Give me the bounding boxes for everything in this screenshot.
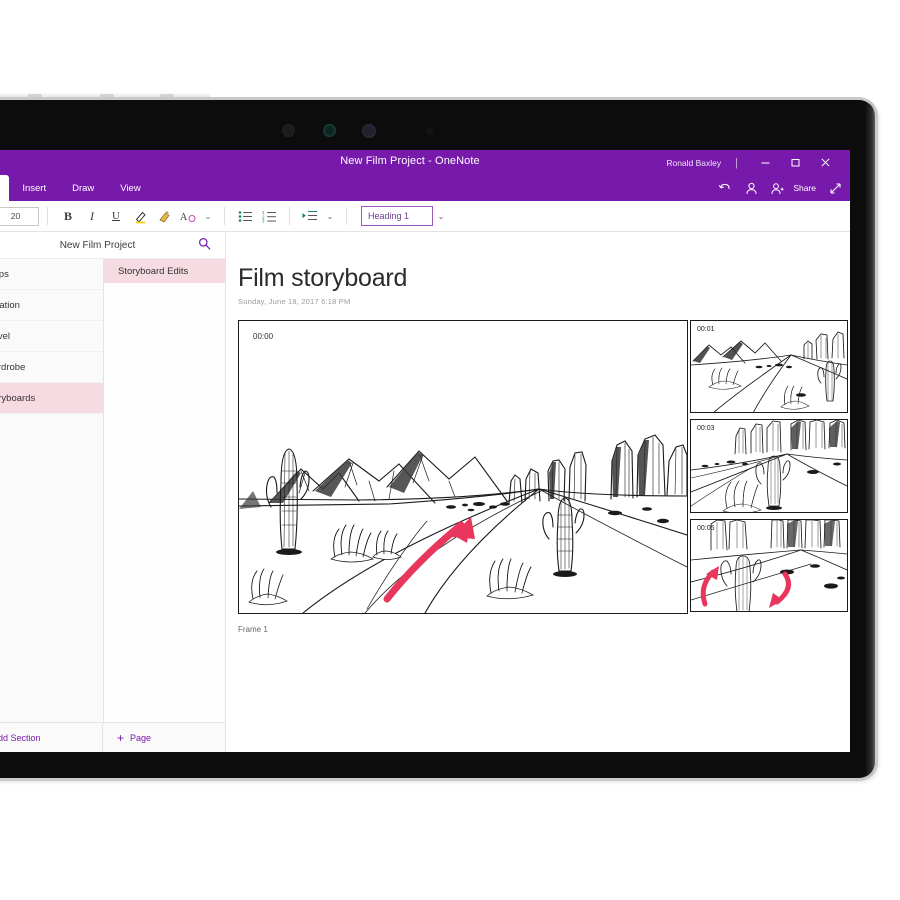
expand-ribbon-icon[interactable]	[829, 182, 842, 195]
toolbar-divider-4	[346, 207, 347, 225]
section-item-location[interactable]: Location	[0, 290, 103, 321]
italic-button[interactable]: I	[80, 205, 104, 227]
window-title-bar: New Film Project - OneNote Ronald Baxley…	[0, 150, 850, 175]
toolbar-divider-2	[224, 207, 225, 225]
thumb-2-timecode: 00:03	[697, 425, 715, 432]
storyboard-thumb-3[interactable]: 00:05	[690, 519, 848, 612]
section-item-travel[interactable]: Travel	[0, 321, 103, 352]
section-item-wardrobe[interactable]: Wardrobe	[0, 352, 103, 383]
storyboard-thumb-2[interactable]: 00:03	[690, 419, 848, 512]
svg-text:3: 3	[262, 218, 265, 222]
device-screen: New Film Project - OneNote Ronald Baxley…	[0, 150, 850, 752]
styles-chevron-down-icon[interactable]: ⌄	[433, 212, 449, 221]
bold-button[interactable]: B	[56, 205, 80, 227]
formatting-toolbar: 20 B I U A ⌄ 123	[0, 201, 850, 232]
minimize-button[interactable]	[750, 150, 780, 175]
section-item-props[interactable]: Props	[0, 259, 103, 290]
storyboard-thumbnail-strip: 00:01	[690, 320, 848, 612]
restore-button[interactable]	[780, 150, 810, 175]
more-font-options-chevron-down-icon[interactable]: ⌄	[200, 212, 216, 221]
account-name[interactable]: Ronald Baxley	[666, 158, 721, 168]
style-selector[interactable]: Heading 1	[361, 206, 433, 226]
page-list: Storyboard Edits	[104, 259, 225, 722]
svg-text:A: A	[180, 212, 188, 223]
page-item-storyboard-edits[interactable]: Storyboard Edits	[104, 259, 225, 283]
camera-lens-icon	[323, 124, 336, 137]
note-canvas[interactable]: Film storyboard Sunday, June 18, 2017 6:…	[226, 232, 850, 752]
thumb-1-drawing	[691, 321, 847, 413]
storyboard-group: 00:00	[238, 320, 850, 616]
increase-indent-icon[interactable]	[298, 205, 322, 227]
thumb-3-timecode: 00:05	[697, 525, 715, 532]
thumb-2-drawing	[691, 420, 847, 512]
page-timestamp: Sunday, June 18, 2017 6:18 PM	[238, 297, 850, 306]
ribbon-tab-bar: Home Insert Draw View Share	[0, 175, 850, 201]
toolbar-divider-3	[289, 207, 290, 225]
notebook-title[interactable]: New Film Project	[60, 240, 136, 251]
account-icon[interactable]	[745, 182, 758, 195]
more-paragraph-options-chevron-down-icon[interactable]: ⌄	[322, 212, 338, 221]
tab-view[interactable]: View	[107, 175, 153, 201]
close-button[interactable]	[810, 150, 840, 175]
toolbar-divider	[47, 207, 48, 225]
add-section-button[interactable]: + Add Section	[0, 723, 103, 752]
add-page-label: Page	[130, 733, 151, 743]
notebook-header: New Film Project	[0, 232, 225, 259]
device-camera-array	[270, 122, 450, 144]
search-icon[interactable]	[198, 237, 211, 255]
pink-rotation-arrows	[703, 566, 788, 608]
add-section-label: Add Section	[0, 733, 41, 743]
pink-direction-arrow	[387, 517, 475, 599]
main-frame-timecode: 00:00	[253, 332, 273, 341]
section-item-storyboards[interactable]: Storyboards	[0, 383, 103, 414]
storyboard-main-frame[interactable]: 00:00	[238, 320, 688, 614]
share-label[interactable]: Share	[793, 183, 816, 193]
camera-indicator-icon	[426, 127, 434, 135]
title-separator: |	[735, 157, 738, 169]
page-title[interactable]: Film storyboard	[238, 264, 850, 293]
add-page-button[interactable]: + Page	[103, 723, 225, 752]
font-size-input[interactable]: 20	[0, 207, 39, 226]
share-icon[interactable]	[771, 182, 784, 195]
tab-draw[interactable]: Draw	[59, 175, 107, 201]
tab-insert[interactable]: Insert	[9, 175, 59, 201]
underline-button[interactable]: U	[104, 205, 128, 227]
device-right-bezel	[865, 100, 875, 778]
navigation-pane: New Film Project Props Location Travel W…	[0, 232, 226, 752]
camera-ir-icon	[362, 124, 376, 138]
numbering-icon[interactable]: 123	[257, 205, 281, 227]
section-list: Props Location Travel Wardrobe Storyboar…	[0, 259, 104, 722]
highlight-icon[interactable]	[128, 205, 152, 227]
camera-sensor-icon	[282, 124, 295, 137]
undo-icon[interactable]	[718, 182, 732, 195]
bullets-icon[interactable]	[233, 205, 257, 227]
clear-formatting-icon[interactable]	[152, 205, 176, 227]
thumb-3-drawing	[691, 520, 847, 612]
plus-icon-page: +	[117, 732, 124, 744]
navigation-footer: + Add Section + Page	[0, 722, 225, 752]
tab-home[interactable]: Home	[0, 175, 9, 201]
storyboard-thumb-1[interactable]: 00:01	[690, 320, 848, 413]
app-body: New Film Project Props Location Travel W…	[0, 232, 850, 752]
thumb-1-timecode: 00:01	[697, 326, 715, 333]
desert-scene-drawing	[239, 321, 687, 613]
screenshot-stage: New Film Project - OneNote Ronald Baxley…	[0, 0, 900, 900]
font-color-icon[interactable]: A	[176, 205, 200, 227]
frame-caption[interactable]: Frame 1	[238, 625, 850, 634]
